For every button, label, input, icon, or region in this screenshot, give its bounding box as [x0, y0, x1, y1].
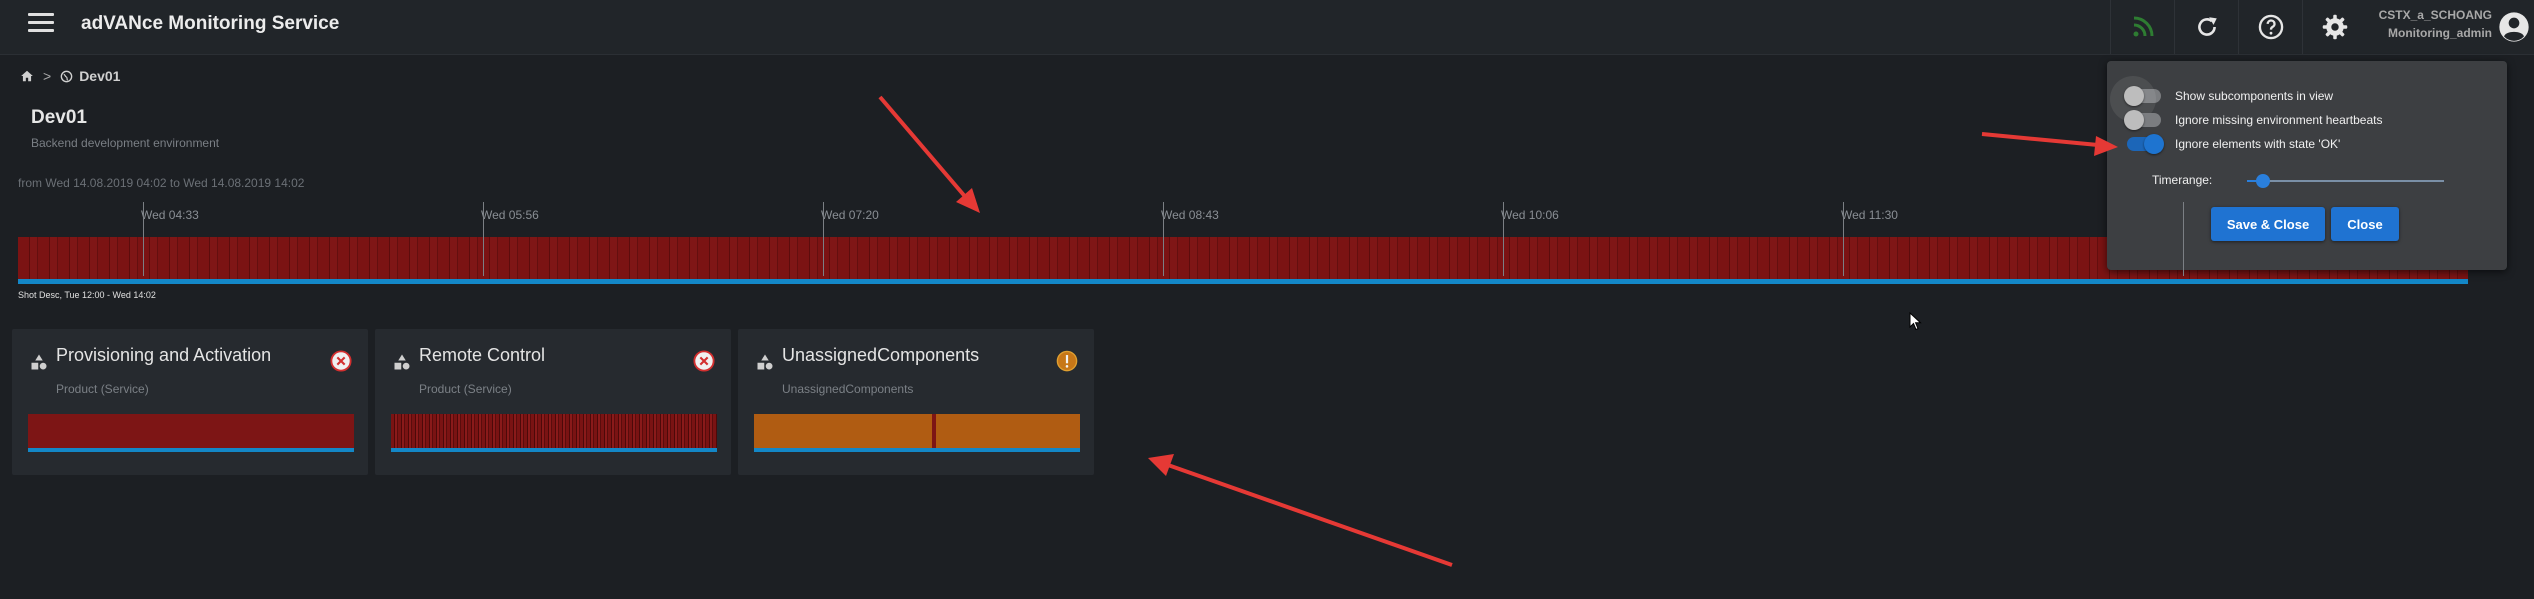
- timeline-tick-label: Wed 05:56: [481, 208, 539, 222]
- component-card-provisioning[interactable]: Provisioning and Activation Product (Ser…: [12, 329, 368, 475]
- card-status-bar[interactable]: [28, 414, 354, 448]
- time-range-text: from Wed 14.08.2019 04:02 to Wed 14.08.2…: [18, 176, 305, 190]
- toggle-ignore-heartbeats[interactable]: Ignore missing environment heartbeats: [2124, 110, 2383, 130]
- timeline-tick: [1163, 202, 1164, 276]
- help-button[interactable]: [2238, 0, 2303, 54]
- card-title: Provisioning and Activation: [56, 345, 272, 365]
- shapes-icon: [31, 354, 47, 370]
- timeline-shot-label: Shot Desc, Tue 12:00 - Wed 14:02: [18, 290, 156, 300]
- card-status-bar-segment: [932, 414, 936, 448]
- toggle-ignore-ok[interactable]: Ignore elements with state 'OK': [2127, 134, 2340, 154]
- timeline-tick-label: Wed 11:30: [1841, 208, 1898, 222]
- timerange-label: Timerange:: [2152, 173, 2213, 187]
- toggle-show-subcomponents[interactable]: Show subcomponents in view: [2110, 76, 2334, 122]
- user-icon: [2499, 12, 2529, 42]
- timeline-status-strip[interactable]: [18, 237, 2468, 279]
- error-status-icon: [330, 350, 352, 372]
- close-button[interactable]: Close: [2331, 207, 2399, 241]
- settings-panel: Show subcomponents in view Ignore missin…: [2107, 61, 2507, 270]
- timeline-tick: [1503, 202, 1504, 276]
- gear-icon: [2322, 14, 2348, 40]
- user-name: CSTX_a_SCHOANG: [2378, 8, 2492, 22]
- timeline-tick: [1843, 202, 1844, 276]
- error-status-icon: [693, 350, 715, 372]
- toggle-knob: [2124, 110, 2144, 130]
- timeline-tick-label: Wed 07:20: [821, 208, 879, 222]
- save-close-button[interactable]: Save & Close: [2211, 207, 2325, 241]
- warning-status-icon: [1056, 350, 1078, 372]
- timeline-tick: [823, 202, 824, 276]
- refresh-button[interactable]: [2174, 0, 2239, 54]
- card-title: Remote Control: [419, 345, 546, 365]
- card-status-bar[interactable]: [754, 414, 1080, 448]
- timeline[interactable]: Wed 04:33 Wed 05:56 Wed 07:20 Wed 08:43 …: [18, 202, 2468, 300]
- settings-button[interactable]: [2302, 0, 2367, 54]
- environment-title: Dev01: [31, 107, 87, 128]
- annotation-arrow: [878, 95, 980, 213]
- timerange-slider[interactable]: [2247, 174, 2444, 188]
- toggle-label: Ignore elements with state 'OK': [2175, 137, 2341, 151]
- mouse-cursor-icon: [1909, 312, 1922, 331]
- card-subtitle: Product (Service): [419, 382, 512, 396]
- card-title: UnassignedComponents: [782, 345, 980, 365]
- timeline-tick-label: Wed 10:06: [1501, 208, 1559, 222]
- rss-icon: [2133, 16, 2154, 37]
- app-title: adVANce Monitoring Service: [81, 13, 340, 34]
- home-icon[interactable]: [20, 69, 34, 83]
- help-icon: [2258, 14, 2284, 40]
- card-status-bar[interactable]: [391, 414, 717, 448]
- timerange-slider-thumb[interactable]: [2255, 174, 2270, 188]
- refresh-icon: [2198, 17, 2217, 36]
- hamburger-menu-icon[interactable]: [28, 13, 54, 33]
- shapes-icon: [394, 354, 410, 370]
- card-subtitle: Product (Service): [56, 382, 149, 396]
- shapes-icon: [757, 354, 773, 370]
- rss-button[interactable]: [2110, 0, 2175, 54]
- toggle-switch[interactable]: [2127, 134, 2164, 154]
- top-bar: adVANce Monitoring Service CSTX_a_SCHOAN…: [0, 0, 2534, 55]
- card-accent-bar: [754, 448, 1080, 452]
- component-card-unassigned[interactable]: UnassignedComponents UnassignedComponent…: [738, 329, 1094, 475]
- breadcrumb-separator: >: [43, 68, 52, 84]
- user-role: Monitoring_admin: [2388, 26, 2492, 40]
- card-subtitle: UnassignedComponents: [782, 382, 914, 396]
- card-accent-bar: [28, 448, 354, 452]
- toggle-label: Ignore missing environment heartbeats: [2175, 113, 2383, 127]
- card-accent-bar: [391, 448, 717, 452]
- timeline-tick-label: Wed 08:43: [1161, 208, 1219, 222]
- timeline-tick: [483, 202, 484, 276]
- timeline-tick-label: Wed 04:33: [141, 208, 199, 222]
- breadcrumb: > Dev01: [20, 68, 120, 84]
- environment-description: Backend development environment: [31, 136, 220, 150]
- timeline-tick: [2183, 202, 2184, 276]
- toggle-knob: [2144, 134, 2164, 154]
- toggle-switch[interactable]: [2110, 76, 2161, 122]
- toggle-label: Show subcomponents in view: [2175, 89, 2334, 103]
- globe-icon: [60, 70, 73, 82]
- annotation-arrow: [1981, 132, 2118, 156]
- timeline-tick: [143, 202, 144, 276]
- toggle-knob: [2124, 86, 2144, 106]
- breadcrumb-item-dev01[interactable]: Dev01: [79, 68, 120, 84]
- user-menu[interactable]: CSTX_a_SCHOANG Monitoring_admin: [2374, 0, 2534, 54]
- timeline-accent-bar: [18, 279, 2468, 284]
- component-card-remote-control[interactable]: Remote Control Product (Service): [375, 329, 731, 475]
- toggle-switch[interactable]: [2124, 110, 2161, 130]
- annotation-arrow: [1148, 454, 1453, 567]
